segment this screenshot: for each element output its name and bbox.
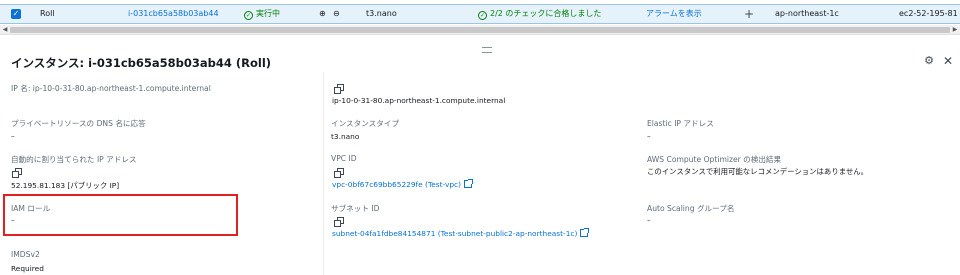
external-link-icon <box>463 179 473 188</box>
elastic-ip-value: – <box>647 132 651 141</box>
row-checkbox[interactable]: ✓ <box>11 9 21 19</box>
public-dns: ec2-52-195-81 <box>899 9 958 18</box>
optimizer-value: このインスタンスで利用可能なレコメンデーションはありません。 <box>647 167 869 176</box>
status-check: ✓ 2/2 のチェックに合格しました <box>478 9 602 20</box>
view-alarms-link[interactable]: アラームを表示 <box>646 5 702 23</box>
external-link-icon <box>580 228 590 237</box>
copy-icon[interactable] <box>334 84 344 94</box>
column-divider <box>323 72 324 275</box>
panel-resize-handle[interactable] <box>482 47 492 53</box>
subnet-id-link[interactable]: subnet-04fa1fdbe84154871 (Test-subnet-pu… <box>332 228 590 238</box>
imds-value: Required <box>11 264 44 273</box>
copy-icon[interactable] <box>334 168 344 178</box>
highlight-box <box>3 194 238 236</box>
instance-type: t3.nano <box>366 9 397 18</box>
instance-type-label: インスタンスタイプ <box>331 119 400 128</box>
horizontal-scrollbar[interactable]: ◀ ▶ <box>0 25 960 35</box>
scroll-left-icon[interactable]: ◀ <box>0 25 10 35</box>
asg-name-value: – <box>647 216 651 225</box>
table-row[interactable]: ✓ Roll i-031cb65a58b03ab44 ✓ 実行中 ⊕ ⊖ t3.n… <box>0 4 960 24</box>
scroll-right-icon[interactable]: ▶ <box>950 25 960 35</box>
ip-name-label: IP 名: ip-10-0-31-80.ap-northeast-1.compu… <box>11 84 211 93</box>
vpc-id-link[interactable]: vpc-0bf67c69bb65229fe (Test-vpc) <box>332 179 473 189</box>
zoom-out-icon[interactable]: ⊖ <box>333 5 340 23</box>
gear-icon[interactable]: ⚙ <box>922 54 936 68</box>
subnet-id-label: サブネット ID <box>331 204 380 213</box>
copy-icon[interactable] <box>334 217 344 227</box>
availability-zone: ap-northeast-1c <box>775 9 839 18</box>
instance-id-link[interactable]: i-031cb65a58b03ab44 <box>128 5 219 23</box>
vpc-id-label: VPC ID <box>331 154 357 163</box>
check-circle-icon: ✓ <box>478 11 487 20</box>
copy-icon[interactable] <box>12 168 22 178</box>
elastic-ip-label: Elastic IP アドレス <box>647 119 714 128</box>
imds-label: IMDSv2 <box>11 250 40 259</box>
auto-ip-label: 自動的に割り当てられた IP アドレス <box>11 155 137 164</box>
zoom-in-icon[interactable]: ⊕ <box>319 5 326 23</box>
instance-type-value: t3.nano <box>331 132 360 141</box>
private-dns-value: ip-10-0-31-80.ap-northeast-1.compute.int… <box>332 96 506 105</box>
scrollbar-thumb[interactable] <box>10 27 950 33</box>
optimizer-label: AWS Compute Optimizer の検出結果 <box>647 155 782 164</box>
instance-state: ✓ 実行中 <box>244 9 280 20</box>
close-icon[interactable]: ✕ <box>941 54 955 68</box>
instance-name: Roll <box>40 9 55 18</box>
asg-name-label: Auto Scaling グループ名 <box>647 204 735 213</box>
private-resource-value: – <box>11 132 15 141</box>
check-circle-icon: ✓ <box>244 11 253 20</box>
private-resource-label: プライベートリソースの DNS 名に応答 <box>11 119 146 128</box>
panel-title: インスタンス: i-031cb65a58b03ab44 (Roll) <box>11 56 272 70</box>
add-alarm-icon[interactable]: + <box>744 5 754 23</box>
auto-ip-value: 52.195.81.183 [パブリック IP] <box>11 181 120 190</box>
